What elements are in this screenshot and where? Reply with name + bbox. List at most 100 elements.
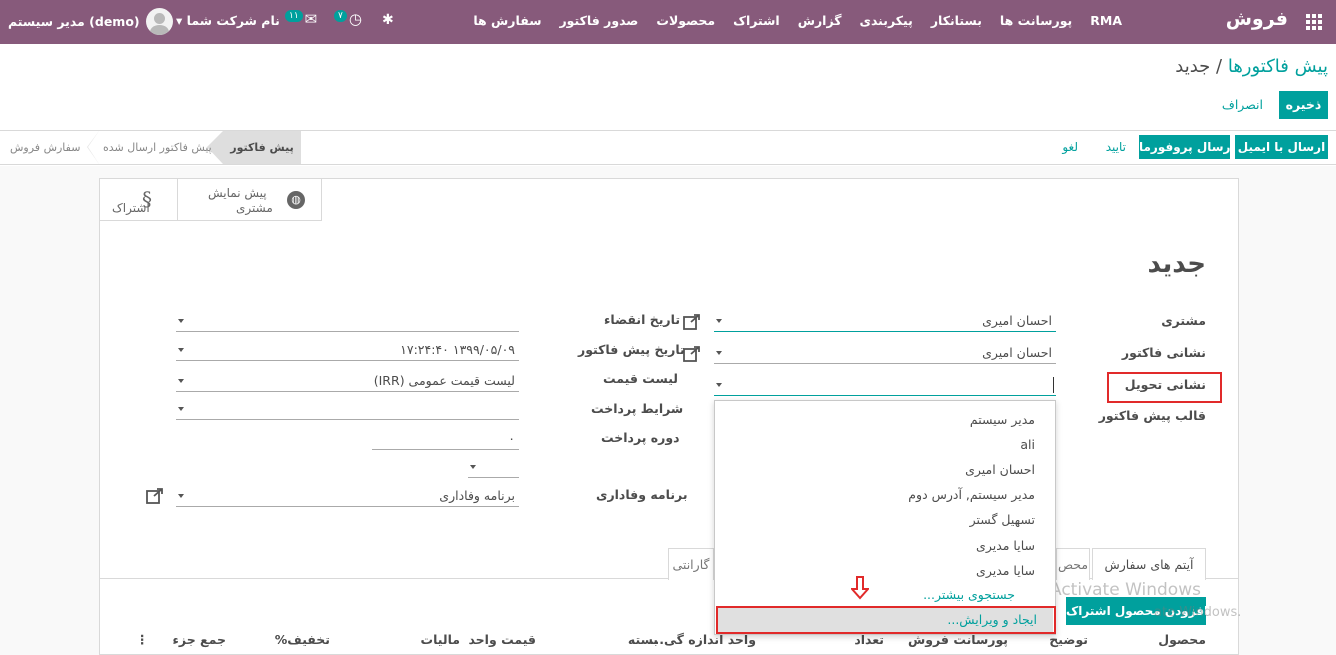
tab-other[interactable]: محص (1056, 548, 1090, 580)
stage-pipeline: پیش فاکتور پیش فاکتور ارسال شده سفارش فر… (0, 131, 301, 164)
col-discount[interactable]: تخفیف% (275, 632, 330, 647)
menu-configuration[interactable]: پیکربندی (860, 13, 913, 28)
tab-guarantee[interactable]: گارانتی (668, 548, 714, 580)
pricelist-field[interactable]: لیست قیمت عمومی (IRR) (176, 370, 519, 392)
breadcrumb-quotations[interactable]: پیش فاکتورها (1228, 56, 1328, 77)
confirm-button[interactable]: تایید (1106, 140, 1126, 154)
apps-grid-icon[interactable] (1306, 14, 1322, 30)
payment-terms-field[interactable] (176, 398, 519, 420)
breadcrumb: پیش فاکتورها / جدید (1175, 56, 1328, 77)
dropdown-option[interactable]: احسان امیری (965, 462, 1035, 477)
create-edit-highlight (716, 606, 1056, 634)
bug-icon[interactable]: ✱ (382, 12, 394, 28)
dropdown-option[interactable]: مدیر سیستم, آدرس دوم (908, 487, 1035, 502)
app-brand: فروش (1225, 8, 1288, 30)
payment-period-value: ۰ (508, 431, 515, 446)
customer-preview-smart-button[interactable]: ◍ پیش نمایش مشتری (178, 179, 322, 221)
external-link-icon[interactable] (682, 345, 702, 363)
send-by-email-button[interactable]: ارسال با ایمیل (1235, 135, 1328, 159)
down-arrow-icon (849, 576, 871, 603)
chevron-down-icon[interactable] (716, 351, 722, 355)
menu-creditor[interactable]: بستانکار (931, 13, 982, 28)
messaging-chat[interactable]: ۱۱ ✉ (285, 10, 317, 28)
stage-quotation-sent[interactable]: پیش فاکتور ارسال شده (103, 131, 212, 164)
col-subtotal[interactable]: جمع جزء (173, 632, 226, 647)
stage-sales-order[interactable]: سفارش فروش (10, 131, 80, 164)
optional-columns-icon[interactable]: ⋮ (136, 632, 149, 647)
tab-order-items[interactable]: آیتم های سفارش (1092, 548, 1206, 580)
clock-icon: ◷ (348, 10, 362, 28)
payment-period-unit-field[interactable] (468, 456, 519, 478)
smart-button-box: § اشتراک ◍ پیش نمایش مشتری (100, 179, 322, 221)
search-more-option[interactable]: جستجوی بیشتر... (923, 587, 1015, 602)
chevron-down-icon[interactable] (716, 319, 722, 323)
user-menu[interactable]: مدیر سیستم (demo) (8, 8, 173, 35)
invoice-address-field[interactable]: احسان امیری (714, 342, 1056, 364)
external-link-icon[interactable] (145, 487, 165, 505)
loyalty-program-field[interactable]: برنامه وفاداری (176, 485, 519, 507)
delivery-address-field[interactable] (714, 374, 1056, 396)
chevron-down-icon[interactable] (178, 379, 184, 383)
cancel-button[interactable]: لغو (1062, 140, 1078, 154)
col-package[interactable]: بسته (628, 632, 658, 647)
top-navbar: فروش سفارش ها صدور فاکتور محصولات اشتراک… (0, 0, 1336, 44)
discard-button[interactable]: انصراف (1222, 97, 1263, 112)
pricelist-value: لیست قیمت عمومی (IRR) (373, 373, 515, 388)
menu-commissions[interactable]: پورسانت ها (1000, 13, 1072, 28)
dropdown-option[interactable]: مدیر سیستم (970, 412, 1035, 427)
chevron-down-icon[interactable] (470, 465, 476, 469)
payment-terms-label: شرایط پرداخت (591, 401, 684, 416)
menu-orders[interactable]: سفارش ها (473, 13, 541, 28)
user-name: مدیر سیستم (demo) (8, 14, 140, 29)
chevron-down-icon[interactable] (178, 348, 184, 352)
text-cursor (1053, 377, 1054, 393)
send-proforma-button[interactable]: ارسال پروفورما (1139, 135, 1235, 159)
stage-quotation[interactable]: پیش فاکتور (223, 131, 301, 164)
delivery-address-dropdown: مدیر سیستم ali احسان امیری مدیر سیستم, آ… (714, 400, 1056, 635)
quotation-date-field[interactable]: ۱۳۹۹/۰۵/۰۹ ۱۷:۲۴:۴۰ (176, 339, 519, 361)
loyalty-program-value: برنامه وفاداری (439, 488, 515, 503)
dropdown-option[interactable]: سایا مدیری (976, 563, 1035, 578)
stage-chevron (88, 131, 99, 164)
invoice-address-value: احسان امیری (982, 345, 1052, 360)
dropdown-option[interactable]: سایا مدیری (976, 538, 1035, 553)
customer-value: احسان امیری (982, 313, 1052, 328)
status-bar: ارسال با ایمیل ارسال پروفورما تایید لغو … (0, 131, 1336, 165)
company-name: نام شرکت شما (186, 13, 280, 28)
chevron-down-icon[interactable] (716, 383, 722, 387)
menu-products[interactable]: محصولات (656, 13, 715, 28)
clock-count-badge: ۷ (334, 10, 347, 22)
quotation-date-value: ۱۳۹۹/۰۵/۰۹ ۱۷:۲۴:۴۰ (400, 342, 515, 357)
main-menu: سفارش ها صدور فاکتور محصولات اشتراک گزار… (473, 13, 1122, 28)
col-taxes[interactable]: مالیات (421, 632, 460, 647)
invoice-address-label: نشانی فاکتور (1121, 345, 1206, 360)
chat-icon: ✉ (304, 10, 318, 28)
menu-reporting[interactable]: گزارش (798, 13, 842, 28)
activity-clock[interactable]: ۷ ◷ (334, 10, 362, 28)
delivery-address-highlight (1107, 372, 1222, 403)
external-link-icon[interactable] (682, 313, 702, 331)
expiration-date-field[interactable] (176, 310, 519, 332)
dropdown-option[interactable]: ali (1020, 437, 1035, 452)
pricelist-label: لیست قیمت (603, 371, 678, 386)
breadcrumb-separator: / (1210, 56, 1228, 77)
chevron-down-icon[interactable] (178, 494, 184, 498)
menu-invoicing[interactable]: صدور فاکتور (559, 13, 638, 28)
col-unit-price[interactable]: قیمت واحد (468, 632, 536, 647)
quotation-date-label: تاریخ پیش فاکتور (578, 342, 685, 357)
subscriptions-smart-button[interactable]: § اشتراک (100, 179, 178, 221)
subscriptions-label: اشتراک (112, 201, 150, 215)
customer-field[interactable]: احسان امیری (714, 310, 1056, 332)
chevron-down-icon[interactable] (178, 407, 184, 411)
menu-rma[interactable]: RMA (1090, 13, 1122, 28)
save-button[interactable]: ذخیره (1279, 91, 1328, 119)
globe-icon: ◍ (287, 191, 305, 209)
col-product[interactable]: محصول (1158, 632, 1206, 647)
chevron-down-icon[interactable] (178, 319, 184, 323)
payment-period-field[interactable]: ۰ (372, 428, 519, 450)
windows-watermark-line2: ate Windows. (1154, 605, 1242, 620)
company-switcher[interactable]: ▾ نام شرکت شما (176, 13, 280, 28)
dropdown-option[interactable]: تسهیل گستر (970, 512, 1035, 527)
preview-label-line2: مشتری (236, 201, 273, 215)
menu-subscriptions[interactable]: اشتراک (733, 13, 780, 28)
